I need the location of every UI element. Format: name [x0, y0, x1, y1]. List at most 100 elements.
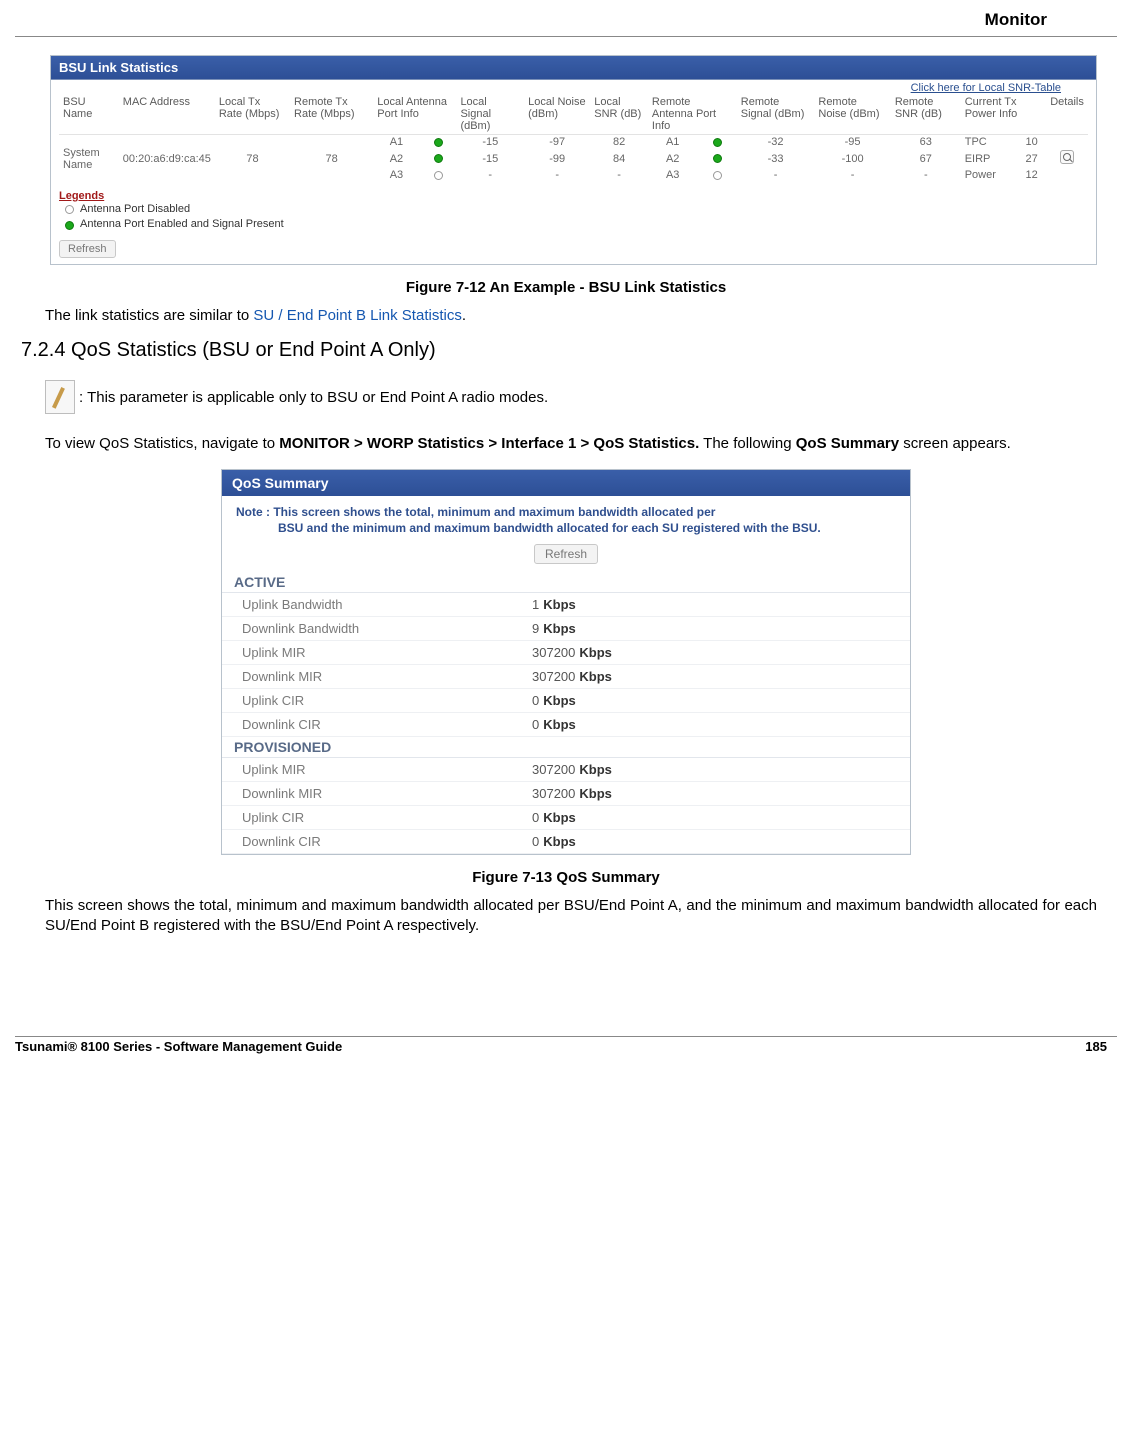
remote-port-state-icon [698, 168, 737, 182]
remote-snr-cell: 67 [891, 149, 961, 168]
figure-7-12-caption: Figure 7-12 An Example - BSU Link Statis… [15, 279, 1117, 296]
note-pencil-icon [45, 380, 75, 414]
top-divider [15, 36, 1117, 37]
qos-row-value: 9 [532, 621, 539, 636]
qos-row-label: Uplink MIR [242, 762, 532, 777]
su-endpoint-b-link[interactable]: SU / End Point B Link Statistics [253, 307, 461, 324]
col-mac: MAC Address [119, 94, 215, 135]
remote-signal-cell: -33 [737, 149, 815, 168]
remote-port-state-icon [698, 149, 737, 168]
local-signal-cell: -15 [456, 149, 524, 168]
qos-row-unit: Kbps [543, 717, 576, 732]
qos-row-value: 0 [532, 810, 539, 825]
bsu-name-cell: System Name [59, 135, 119, 183]
col-l-noise: Local Noise (dBm) [524, 94, 590, 135]
qos-row-label: Downlink CIR [242, 717, 532, 732]
qos-row-unit: Kbps [543, 834, 576, 849]
local-signal-cell: -15 [456, 135, 524, 150]
figure-7-13-caption: Figure 7-13 QoS Summary [15, 869, 1117, 886]
qos-row-value: 307200 [532, 645, 575, 660]
local-port-cell: A1 [373, 135, 419, 150]
qos-row-value: 307200 [532, 762, 575, 777]
legend-enabled-icon [65, 221, 74, 230]
remote-port-cell: A2 [648, 149, 698, 168]
remote-noise-cell: -95 [814, 135, 890, 150]
mac-cell: 00:20:a6:d9:ca:45 [119, 135, 215, 183]
qos-row-unit: Kbps [579, 762, 612, 777]
closing-para: This screen shows the total, minimum and… [45, 896, 1097, 937]
qos-row-unit: Kbps [579, 645, 612, 660]
remote-port-cell: A3 [648, 168, 698, 182]
qos-row-value: 307200 [532, 669, 575, 684]
qos-row-value: 0 [532, 717, 539, 732]
local-signal-cell: - [456, 168, 524, 182]
legend-disabled-icon [65, 205, 74, 214]
qos-note: Note : This screen shows the total, mini… [222, 496, 910, 538]
remote-noise-cell: -100 [814, 149, 890, 168]
local-noise-cell: -97 [524, 135, 590, 150]
col-remote-tx: Remote Tx Rate (Mbps) [290, 94, 373, 135]
qos-row-unit: Kbps [543, 597, 576, 612]
qos-refresh-button[interactable]: Refresh [534, 544, 598, 564]
qos-row: Downlink MIR307200Kbps [222, 665, 910, 689]
footer-page-number: 185 [1085, 1039, 1107, 1054]
local-port-state-icon [420, 149, 457, 168]
qos-panel-title: QoS Summary [222, 470, 910, 496]
qos-row-unit: Kbps [579, 786, 612, 801]
local-snr-cell: - [590, 168, 648, 182]
note-text: : This parameter is applicable only to B… [79, 389, 548, 406]
panel-title: BSU Link Statistics [51, 56, 1096, 80]
local-snr-table-link[interactable]: Click here for Local SNR-Table [911, 82, 1061, 94]
remote-port-state-icon [698, 135, 737, 150]
refresh-button[interactable]: Refresh [59, 240, 116, 258]
bottom-divider [15, 1036, 1117, 1037]
col-r-sig: Remote Signal (dBm) [737, 94, 815, 135]
qos-row: Downlink CIR0Kbps [222, 830, 910, 854]
link-stats-similar-para: The link statistics are similar to SU / … [45, 306, 1097, 326]
txpower-value-cell: 10 [1017, 135, 1046, 150]
txpower-label-cell: EIRP [961, 149, 1017, 168]
qos-row: Downlink Bandwidth9Kbps [222, 617, 910, 641]
col-local-ant: Local Antenna Port Info [373, 94, 456, 135]
details-cell[interactable] [1046, 149, 1088, 168]
page-header-section: Monitor [15, 10, 1117, 36]
qos-active-heading: ACTIVE [222, 572, 910, 593]
col-r-snr: Remote SNR (dB) [891, 94, 961, 135]
col-bsu-name: BSU Name [59, 94, 119, 135]
legends-heading: Legends [51, 186, 1096, 202]
local-port-state-icon [420, 168, 457, 182]
legend-disabled-text: Antenna Port Disabled [80, 202, 190, 217]
col-remote-ant: Remote Antenna Port Info [648, 94, 737, 135]
col-local-tx: Local Tx Rate (Mbps) [215, 94, 290, 135]
qos-row: Uplink MIR307200 Kbps [222, 641, 910, 665]
txpower-value-cell: 27 [1017, 149, 1046, 168]
footer-left: Tsunami® 8100 Series - Software Manageme… [15, 1039, 342, 1054]
remote-signal-cell: -32 [737, 135, 815, 150]
qos-row-label: Uplink CIR [242, 810, 532, 825]
local-port-state-icon [420, 135, 457, 150]
col-l-snr: Local SNR (dB) [590, 94, 648, 135]
qos-row-label: Uplink MIR [242, 645, 532, 660]
note-row: : This parameter is applicable only to B… [45, 380, 1097, 414]
qos-row-value: 0 [532, 834, 539, 849]
qos-provisioned-heading: PROVISIONED [222, 737, 910, 758]
bsu-link-statistics-panel: BSU Link Statistics Click here for Local… [50, 55, 1097, 265]
navigation-instruction-para: To view QoS Statistics, navigate to MONI… [45, 434, 1097, 454]
qos-row-label: Uplink Bandwidth [242, 597, 532, 612]
qos-row-unit: Kbps [579, 669, 612, 684]
qos-row: Downlink CIR0 Kbps [222, 713, 910, 737]
magnifier-icon[interactable] [1060, 150, 1074, 164]
txpower-label-cell: TPC [961, 135, 1017, 150]
qos-row: Uplink Bandwidth1Kbps [222, 593, 910, 617]
bsu-statistics-table: BSU Name MAC Address Local Tx Rate (Mbps… [59, 94, 1088, 182]
qos-row: Uplink MIR307200 Kbps [222, 758, 910, 782]
table-row: System Name00:20:a6:d9:ca:457878A1-15-97… [59, 135, 1088, 150]
remote-tx-cell: 78 [290, 135, 373, 183]
section-7-2-4-heading: 7.2.4 QoS Statistics (BSU or End Point A… [21, 339, 1117, 362]
legend-list: Antenna Port Disabled Antenna Port Enabl… [51, 202, 1096, 239]
qos-row: Downlink MIR307200Kbps [222, 782, 910, 806]
col-details: Details [1046, 94, 1088, 135]
local-snr-cell: 82 [590, 135, 648, 150]
remote-noise-cell: - [814, 168, 890, 182]
local-tx-cell: 78 [215, 135, 290, 183]
